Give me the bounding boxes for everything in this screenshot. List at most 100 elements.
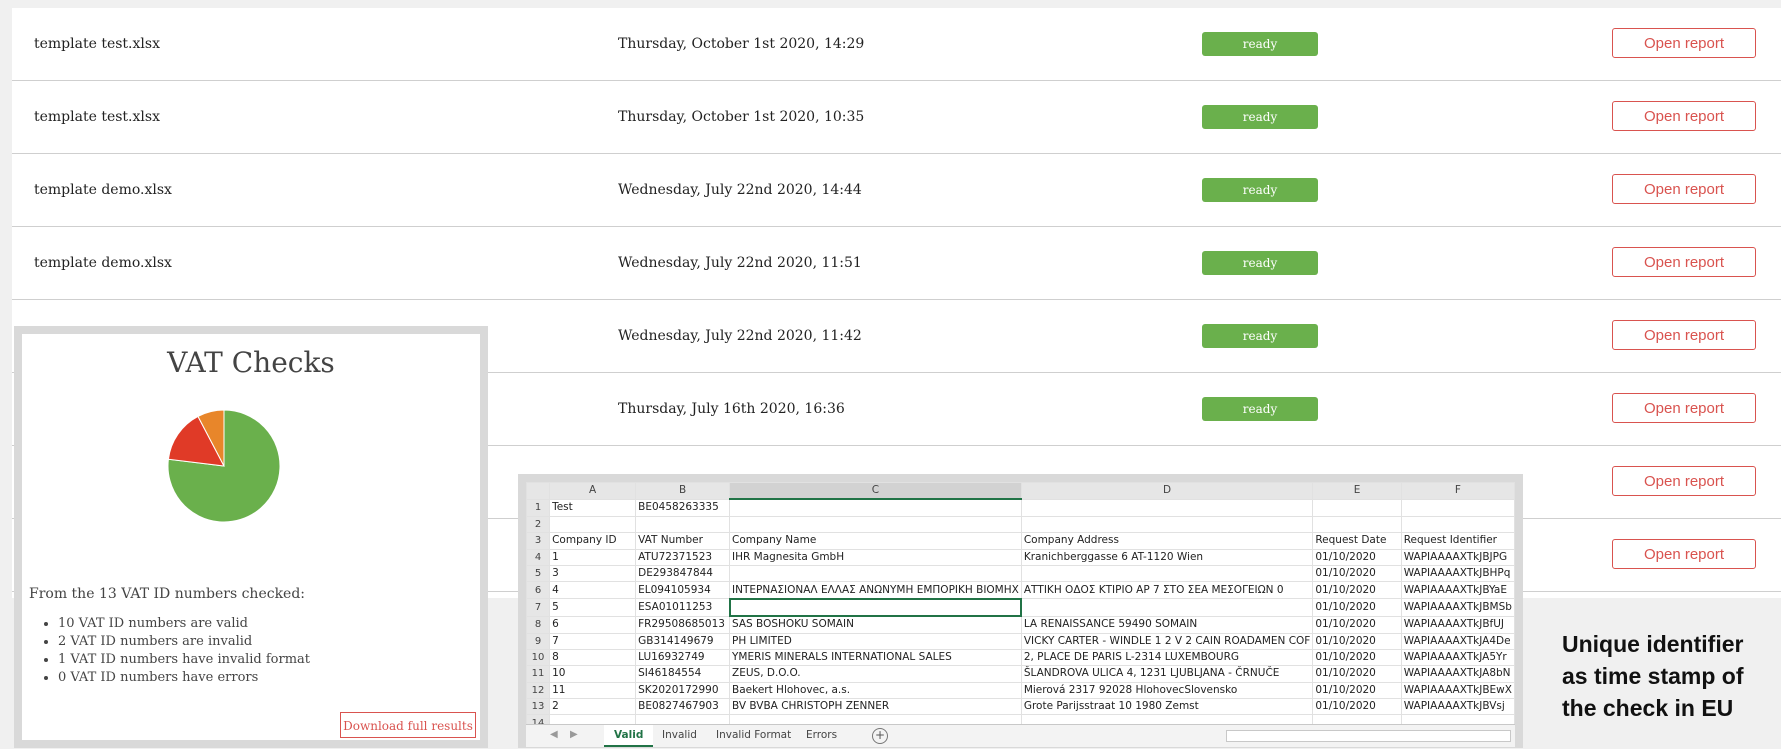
- table-cell[interactable]: VAT Number: [635, 532, 731, 550]
- table-cell[interactable]: [729, 714, 1022, 724]
- table-cell[interactable]: BE0458263335: [635, 498, 731, 517]
- table-cell[interactable]: [1400, 498, 1515, 517]
- table-cell[interactable]: 01/10/2020: [1312, 564, 1402, 583]
- table-cell[interactable]: 1: [549, 548, 637, 566]
- table-cell[interactable]: WAPIAAAAXTkJA4De: [1400, 632, 1515, 650]
- table-cell[interactable]: ŠLANDROVA ULICA 4, 1231 LJUBLJANA - ČRNU…: [1020, 665, 1314, 683]
- table-cell[interactable]: 2, PLACE DE PARIS L-2314 LUXEMBOURG: [1020, 648, 1314, 667]
- table-cell[interactable]: 3: [549, 564, 637, 583]
- open-report-button[interactable]: Open report: [1612, 174, 1756, 204]
- row-number[interactable]: 11: [526, 665, 551, 683]
- table-cell[interactable]: [1400, 714, 1515, 724]
- table-cell[interactable]: IHR Magnesita GmbH: [729, 548, 1022, 566]
- table-cell[interactable]: [729, 515, 1022, 534]
- table-cell[interactable]: [1020, 714, 1314, 724]
- table-cell[interactable]: SAS BOSHOKU SOMAIN: [729, 615, 1022, 634]
- table-cell[interactable]: [1020, 598, 1314, 617]
- open-report-button[interactable]: Open report: [1612, 28, 1756, 58]
- table-cell[interactable]: [729, 498, 1022, 517]
- table-cell[interactable]: [1312, 498, 1402, 517]
- table-cell[interactable]: 10: [549, 665, 637, 683]
- table-cell[interactable]: WAPIAAAAXTkJBYaE: [1400, 581, 1515, 600]
- table-cell[interactable]: 01/10/2020: [1312, 632, 1402, 650]
- table-cell[interactable]: 8: [549, 648, 637, 667]
- sheet-tab-errors[interactable]: Errors: [796, 725, 847, 745]
- table-cell[interactable]: 5: [549, 598, 637, 617]
- column-header[interactable]: F: [1400, 482, 1515, 500]
- spreadsheet-grid[interactable]: A B C D E F 1 Test BE0458263335 2 3 Company ID VAT N…: [526, 482, 1515, 724]
- sheet-next-arrow-icon[interactable]: ▶: [570, 725, 578, 745]
- table-cell[interactable]: ΑΤΤΙΚΗ ΟΔΟΣ ΚΤΙΡΙΟ ΑΡ 7 ΣΤΟ ΣΕΑ ΜΕΣΟΓΕΙΩ…: [1020, 581, 1314, 600]
- table-cell[interactable]: [1020, 564, 1314, 583]
- column-header[interactable]: A: [549, 482, 637, 500]
- table-cell[interactable]: [1020, 498, 1314, 517]
- table-cell[interactable]: PH LIMITED: [729, 632, 1022, 650]
- table-cell[interactable]: VICKY CARTER - WINDLE 1 2 V 2 CAIN ROADA…: [1020, 632, 1314, 650]
- open-report-button[interactable]: Open report: [1612, 539, 1756, 569]
- row-number[interactable]: 14: [526, 714, 551, 724]
- sheet-prev-arrow-icon[interactable]: ◀: [550, 725, 558, 745]
- table-cell[interactable]: Kranichberggasse 6 AT-1120 Wien: [1020, 548, 1314, 566]
- table-cell[interactable]: 2: [549, 698, 637, 716]
- row-number[interactable]: 2: [526, 515, 551, 534]
- column-header[interactable]: C: [729, 482, 1022, 501]
- row-number[interactable]: 7: [526, 598, 551, 617]
- row-number[interactable]: 13: [526, 698, 551, 716]
- row-number[interactable]: 8: [526, 615, 551, 634]
- table-cell[interactable]: 11: [549, 681, 637, 700]
- table-cell[interactable]: ZEUS, D.O.O.: [729, 665, 1022, 683]
- table-cell[interactable]: Request Identifier: [1400, 532, 1515, 550]
- table-cell[interactable]: LA RENAISSANCE 59490 SOMAIN: [1020, 615, 1314, 634]
- table-cell[interactable]: [635, 515, 731, 534]
- table-cell[interactable]: 01/10/2020: [1312, 598, 1402, 617]
- table-cell[interactable]: 01/10/2020: [1312, 681, 1402, 700]
- table-cell[interactable]: FR29508685013: [635, 615, 731, 634]
- column-header[interactable]: D: [1020, 482, 1314, 500]
- table-cell[interactable]: Test: [549, 498, 637, 517]
- table-cell[interactable]: WAPIAAAAXTkJBMSb: [1400, 598, 1515, 617]
- table-cell[interactable]: ATU72371523: [635, 548, 731, 566]
- row-number[interactable]: 6: [526, 581, 551, 600]
- table-cell[interactable]: [1312, 515, 1402, 534]
- table-cell[interactable]: Baekert Hlohovec, a.s.: [729, 681, 1022, 700]
- column-header[interactable]: B: [635, 482, 731, 500]
- table-cell[interactable]: SI46184554: [635, 665, 731, 683]
- select-all-corner[interactable]: [526, 482, 551, 500]
- table-cell[interactable]: [549, 515, 637, 534]
- table-cell[interactable]: LU16932749: [635, 648, 731, 667]
- table-cell[interactable]: WAPIAAAAXTkJBfUJ: [1400, 615, 1515, 634]
- table-cell[interactable]: Company Address: [1020, 532, 1314, 550]
- table-cell[interactable]: SK2020172990: [635, 681, 731, 700]
- table-cell[interactable]: 01/10/2020: [1312, 581, 1402, 600]
- row-number[interactable]: 5: [526, 564, 551, 583]
- open-report-button[interactable]: Open report: [1612, 247, 1756, 277]
- horizontal-scrollbar[interactable]: [1226, 730, 1511, 742]
- table-cell[interactable]: 01/10/2020: [1312, 615, 1402, 634]
- row-number[interactable]: 4: [526, 548, 551, 566]
- table-cell[interactable]: Company Name: [729, 532, 1022, 550]
- row-number[interactable]: 9: [526, 632, 551, 650]
- table-cell[interactable]: 01/10/2020: [1312, 665, 1402, 683]
- table-cell[interactable]: EL094105934: [635, 581, 731, 600]
- table-cell[interactable]: BE0827467903: [635, 698, 731, 716]
- table-cell[interactable]: WAPIAAAAXTkJA5Yr: [1400, 648, 1515, 667]
- open-report-button[interactable]: Open report: [1612, 101, 1756, 131]
- table-cell[interactable]: WAPIAAAAXTkJBVsj: [1400, 698, 1515, 716]
- table-cell[interactable]: [1400, 515, 1515, 534]
- table-cell[interactable]: BV BVBA CHRISTOPH ZENNER: [729, 698, 1022, 716]
- table-cell[interactable]: 01/10/2020: [1312, 548, 1402, 566]
- row-number[interactable]: 10: [526, 648, 551, 667]
- sheet-tab-valid[interactable]: Valid: [604, 725, 654, 747]
- table-cell[interactable]: [729, 564, 1022, 583]
- table-cell[interactable]: WAPIAAAAXTkJBJPG: [1400, 548, 1515, 566]
- table-cell[interactable]: [1020, 515, 1314, 534]
- table-cell[interactable]: Mierová 2317 92028 HlohovecSlovensko: [1020, 681, 1314, 700]
- table-cell[interactable]: [635, 714, 731, 724]
- table-cell[interactable]: WAPIAAAAXTkJBEwX: [1400, 681, 1515, 700]
- table-cell[interactable]: WAPIAAAAXTkJA8bN: [1400, 665, 1515, 683]
- row-number[interactable]: 12: [526, 681, 551, 700]
- table-cell[interactable]: [728, 597, 1023, 618]
- open-report-button[interactable]: Open report: [1612, 320, 1756, 350]
- download-full-results-button[interactable]: Download full results: [340, 712, 476, 738]
- table-cell[interactable]: GB314149679: [635, 632, 731, 650]
